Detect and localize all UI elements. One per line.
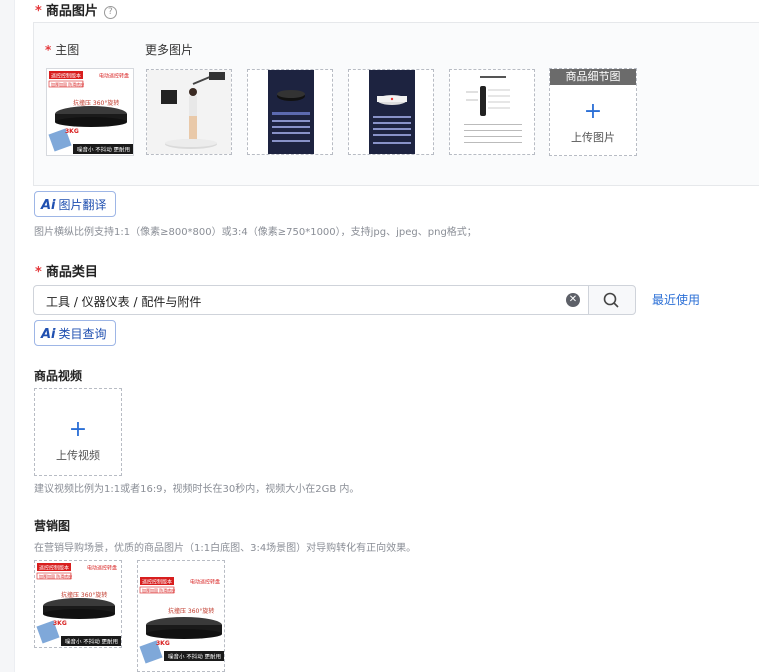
marketing-section-title: 营销图 <box>34 519 71 533</box>
sub-tag-text: 加厚加固 防滑底座 <box>142 587 175 593</box>
left-gutter <box>0 0 15 672</box>
caption-text: 抗撞压 360°旋转 <box>61 591 107 599</box>
video-hint: 建议视频比例为1:1或者16:9，视频时长在30秒内，视频大小在2GB 内。 <box>34 484 360 495</box>
badge-text: 3KG <box>65 128 79 135</box>
upload-video-label: 上传视频 <box>56 449 100 462</box>
required-star: * <box>35 4 42 19</box>
search-icon <box>603 292 619 308</box>
main-image-thumb[interactable]: 遥控控制版本 电动遥控转盘 加厚加固 防滑底座 抗撞压 360°旋转 3KG 噪… <box>46 68 134 156</box>
ai-category-query-button[interactable]: Ai 类目查询 <box>34 320 116 346</box>
more-image-thumb-1[interactable] <box>146 69 232 155</box>
video-section-title: 商品视频 <box>34 369 83 383</box>
upload-image-label: 上传图片 <box>571 131 615 144</box>
footer-text: 噪音小 不抖动 更耐用 <box>77 146 130 154</box>
category-search-button[interactable] <box>588 285 636 315</box>
more-images-label: 更多图片 <box>145 43 194 57</box>
footer-text: 噪音小 不抖动 更耐用 <box>65 638 118 646</box>
plus-icon: + <box>68 417 88 442</box>
sub-tag-text: 加厚加固 防滑底座 <box>39 573 72 579</box>
video-upload[interactable]: + 上传视频 <box>34 388 122 476</box>
category-value: 工具 / 仪器仪表 / 配件与附件 <box>46 295 202 309</box>
banner-right-text: 电动遥控转盘 <box>190 579 220 586</box>
ai-icon: Ai <box>41 327 56 342</box>
detail-tag: 商品细节图 <box>550 69 636 85</box>
main-image-label: * 主图 <box>45 43 80 57</box>
banner-left-text: 遥控控制版本 <box>142 579 172 586</box>
ai-translate-button[interactable]: Ai 图片翻译 <box>34 191 116 217</box>
recent-used-link[interactable]: 最近使用 <box>652 291 700 308</box>
images-title-text: 商品图片 <box>45 4 98 19</box>
more-image-thumb-4[interactable] <box>449 69 535 155</box>
plus-icon: + <box>583 99 603 124</box>
marketing-image-2[interactable]: 遥控控制版本 电动遥控转盘 加厚加固 防滑底座 抗撞压 360°旋转 3KG 噪… <box>137 560 225 672</box>
required-star: * <box>45 43 52 57</box>
banner-left-text: 遥控控制版本 <box>51 73 81 80</box>
question-circle-icon[interactable]: ? <box>103 6 117 19</box>
caption-text: 抗撞压 360°旋转 <box>168 607 214 615</box>
marketing-hint: 在营销导购场景，优质的商品图片（1:1白底图、3:4场景图）对导购转化有正向效果… <box>34 543 417 554</box>
badge-text: 3KG <box>156 640 170 647</box>
caption-text: 抗撞压 360°旋转 <box>73 99 119 107</box>
more-image-thumb-3[interactable] <box>348 69 434 155</box>
category-section-title: * 商品类目 <box>35 265 98 280</box>
category-input[interactable]: 工具 / 仪器仪表 / 配件与附件 ✕ <box>33 285 589 315</box>
sub-tag-text: 加厚加固 防滑底座 <box>51 81 84 87</box>
detail-image-upload[interactable]: 商品细节图 + 上传图片 <box>549 68 637 156</box>
marketing-image-1[interactable]: 遥控控制版本 电动遥控转盘 加厚加固 防滑底座 抗撞压 360°旋转 3KG 噪… <box>34 560 122 648</box>
images-hint: 图片横纵比例支持1:1（像素≥800*800）或3:4（像素≥750*1000）… <box>34 227 477 238</box>
banner-right-text: 电动遥控转盘 <box>99 73 129 80</box>
badge-text: 3KG <box>53 620 67 627</box>
footer-text: 噪音小 不抖动 更耐用 <box>168 653 221 661</box>
ai-icon: Ai <box>41 198 56 213</box>
clear-circle-icon[interactable]: ✕ <box>566 293 580 307</box>
more-image-thumb-2[interactable] <box>247 69 333 155</box>
required-star: * <box>35 265 42 280</box>
banner-left-text: 遥控控制版本 <box>39 565 69 572</box>
images-section-title: * 商品图片? <box>35 0 117 19</box>
banner-right-text: 电动遥控转盘 <box>87 565 117 572</box>
